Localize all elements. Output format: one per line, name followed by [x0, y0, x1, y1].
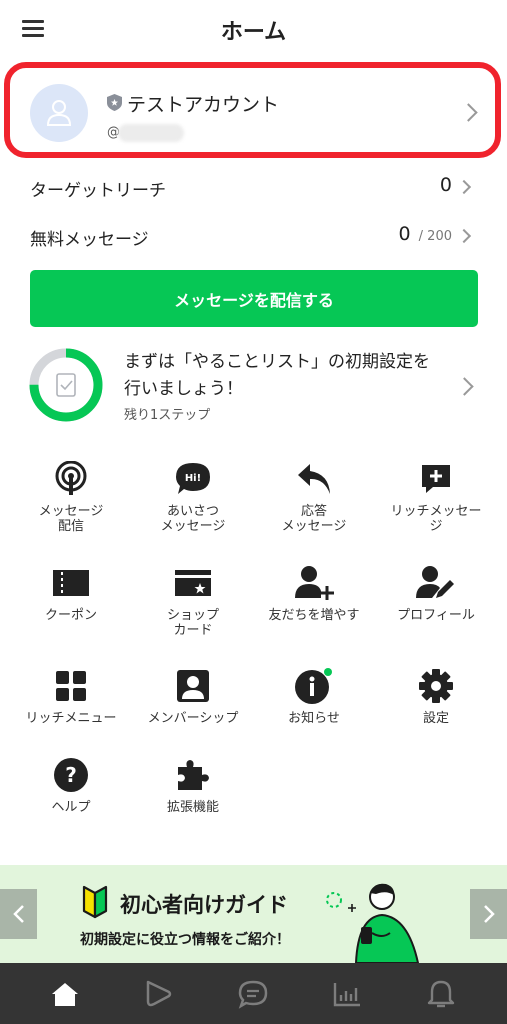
grid-label: リッチメッセージ: [390, 504, 482, 534]
avatar: [30, 84, 88, 142]
tab-analytics[interactable]: [330, 977, 364, 1011]
progress-ring: [29, 348, 103, 422]
beginner-mark-icon: [82, 885, 108, 919]
profile-edit-icon: [416, 564, 456, 602]
info-icon: [294, 667, 334, 705]
send-message-button[interactable]: メッセージを配信する: [30, 270, 478, 327]
todo-title: まずは「やることリスト」の初期設定を行いましょう！: [124, 352, 430, 399]
banner-title: 初心者向けガイド: [120, 893, 288, 917]
grid-label: お知らせ: [288, 711, 340, 726]
app-header: ホーム: [0, 0, 507, 58]
tab-chat[interactable]: [236, 977, 270, 1011]
page-title: ホーム: [220, 20, 287, 45]
grid-label: 応答 メッセージ: [281, 504, 347, 534]
reply-icon: [294, 460, 334, 498]
stat-value: 0 / 200: [398, 223, 452, 245]
beginner-guide-banner[interactable]: 初心者向けガイド 初期設定に役立つ情報をご紹介！: [0, 865, 507, 963]
rich-menu-icon: [51, 667, 91, 705]
chevron-right-icon: [456, 228, 472, 244]
free-message-row[interactable]: 無料メッセージ 0 / 200: [0, 217, 507, 257]
grid-label: メンバーシップ: [147, 711, 239, 726]
banner-prev-button[interactable]: [0, 889, 37, 939]
greeting-bubble-icon: Hi!: [173, 460, 213, 498]
help-icon: ?: [51, 756, 91, 794]
chevron-left-icon: [12, 905, 24, 923]
add-friend-icon: [294, 564, 334, 602]
banner-next-button[interactable]: [470, 889, 507, 939]
grid-label: 設定: [422, 711, 449, 726]
grid-label: メッセージ 配信: [38, 504, 104, 534]
shield-star-icon: [107, 94, 122, 111]
play-icon: [146, 980, 172, 1007]
bottom-tab-bar: [0, 963, 507, 1024]
todo-remaining: 残り1ステップ: [124, 408, 211, 423]
grid-label: ショップ カード: [166, 608, 219, 638]
chevron-right-icon: [456, 179, 472, 195]
tab-notifications[interactable]: [424, 977, 458, 1011]
membership-icon: [173, 667, 213, 705]
checklist-icon: [56, 373, 76, 397]
rich-message-icon: [416, 460, 456, 498]
stat-value: 0: [439, 174, 452, 196]
grid-label: あいさつ メッセージ: [160, 504, 226, 534]
user-icon: [46, 100, 72, 126]
gear-icon: [416, 667, 456, 705]
grid-label: 拡張機能: [166, 800, 219, 815]
shop-card-icon: [173, 564, 213, 602]
chevron-right-icon: [483, 905, 495, 923]
grid-label: クーポン: [44, 608, 97, 623]
chat-icon: [238, 980, 268, 1009]
todo-list-card[interactable]: まずは「やることリスト」の初期設定を行いましょう！ 残り1ステップ: [0, 345, 507, 430]
target-reach-row[interactable]: ターゲットリーチ 0: [0, 168, 507, 208]
account-name: テストアカウント: [127, 94, 280, 116]
guide-person-illustration: [354, 883, 420, 963]
tab-voom[interactable]: [140, 977, 174, 1011]
account-id-redacted: [118, 124, 184, 142]
stat-max: / 200: [418, 229, 452, 244]
bar-chart-icon: [333, 983, 360, 1007]
coupon-icon: [51, 564, 91, 602]
banner-subtitle: 初期設定に役立つ情報をご紹介！: [80, 932, 290, 948]
account-card[interactable]: テストアカウント @: [4, 62, 501, 158]
puzzle-icon: [173, 756, 213, 794]
bell-icon: [427, 980, 455, 1008]
stat-label: ターゲットリーチ: [30, 181, 166, 201]
grid-label: 友だちを増やす: [268, 608, 360, 623]
chevron-right-icon: [455, 377, 474, 396]
stat-label: 無料メッセージ: [30, 230, 149, 250]
grid-label: プロフィール: [397, 608, 475, 623]
svg-text:?: ?: [65, 763, 77, 787]
grid-label: ヘルプ: [51, 800, 91, 815]
home-icon: [52, 983, 78, 1006]
chevron-right-icon: [459, 103, 478, 122]
tab-home[interactable]: [48, 977, 82, 1011]
svg-text:Hi!: Hi!: [185, 473, 201, 484]
grid-label: リッチメニュー: [25, 711, 117, 726]
broadcast-icon: [51, 460, 91, 498]
